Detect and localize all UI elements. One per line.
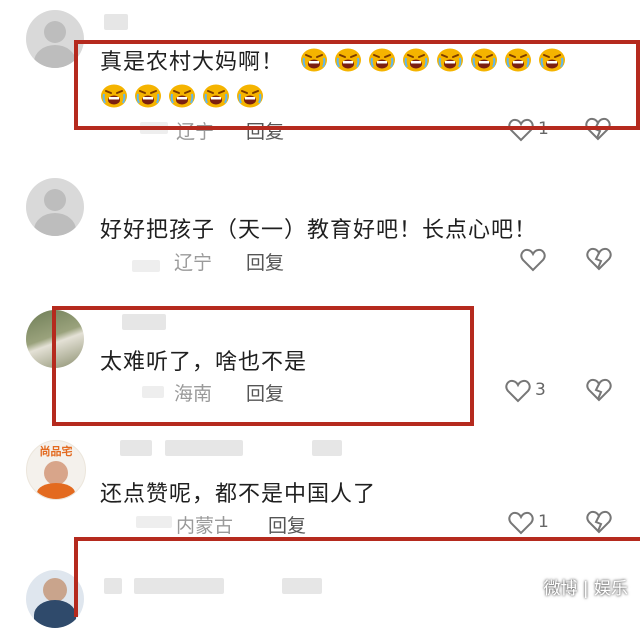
- avatar-brand-text: 尚品宅: [39, 445, 73, 458]
- avatar-figure-body: [37, 483, 75, 499]
- reply-button[interactable]: 回复: [246, 248, 284, 275]
- comment-text: 还点赞呢，都不是中国人了: [100, 482, 377, 507]
- broken-heart-icon[interactable]: [586, 509, 612, 535]
- avatar-figure: [43, 578, 67, 602]
- broken-heart-icon[interactable]: [586, 246, 612, 272]
- time-blurred: [132, 260, 160, 272]
- time-blurred: [136, 516, 172, 528]
- reply-button[interactable]: 回复: [268, 511, 306, 538]
- comment-text: 好好把孩子（天一）教育好吧！长点心吧！: [100, 218, 538, 243]
- like-icon[interactable]: [505, 379, 531, 403]
- user-avatar[interactable]: 尚品宅: [26, 440, 86, 500]
- comment-location: 辽宁: [174, 252, 213, 274]
- watermark: 微博 | 娱乐: [543, 579, 628, 599]
- user-avatar[interactable]: [26, 178, 84, 236]
- avatar-figure-body: [34, 600, 76, 628]
- username-blurred[interactable]: [312, 440, 342, 456]
- like-count: 3: [535, 380, 546, 400]
- comment-location: 内蒙古: [176, 515, 234, 537]
- username-blurred[interactable]: [120, 440, 152, 456]
- highlight-box-3: [52, 306, 474, 426]
- avatar-figure: [44, 461, 68, 485]
- highlight-box-1: [74, 40, 640, 130]
- username-blurred[interactable]: [165, 440, 243, 456]
- like-icon[interactable]: [520, 248, 546, 272]
- broken-heart-icon[interactable]: [586, 377, 612, 403]
- like-count: 1: [538, 512, 549, 532]
- like-icon[interactable]: [508, 511, 534, 535]
- username-blurred[interactable]: [104, 14, 128, 30]
